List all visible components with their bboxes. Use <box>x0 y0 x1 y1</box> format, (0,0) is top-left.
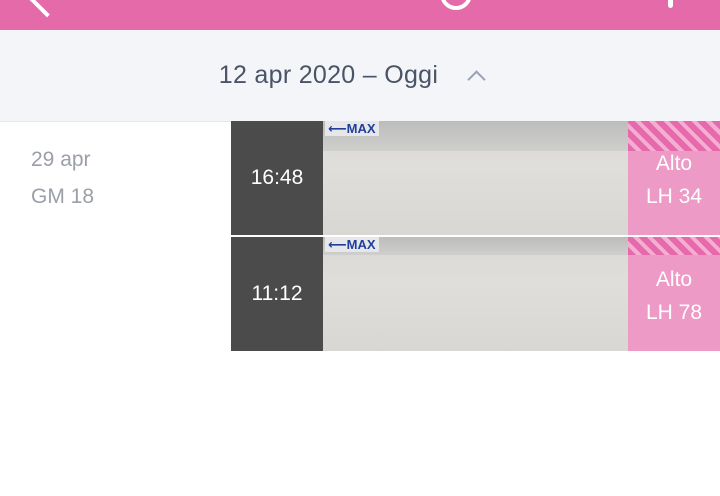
test-result: Alto LH 78 <box>628 237 720 351</box>
back-icon[interactable] <box>28 0 66 18</box>
day-date: 29 apr <box>31 148 91 171</box>
result-text: Alto LH 34 <box>628 147 720 213</box>
result-level: Alto <box>655 268 693 291</box>
result-pattern <box>628 237 720 255</box>
app-header <box>0 0 720 30</box>
test-strip-photo: ⟵MAX <box>323 121 628 235</box>
lh-value: LH 34 <box>645 185 703 208</box>
lh-value: LH 78 <box>645 301 703 324</box>
test-row[interactable]: 11:12 ⟵MAX Alto LH 78 <box>231 237 720 351</box>
result-level: Alto <box>655 152 693 175</box>
settings-icon[interactable] <box>668 0 673 8</box>
test-result: Alto LH 34 <box>628 121 720 235</box>
strip-max-mark: ⟵MAX <box>325 237 379 252</box>
result-text: Alto LH 78 <box>628 263 720 329</box>
date-range-selector[interactable]: 12 apr 2020 – Oggi <box>0 30 720 122</box>
chevron-up-icon[interactable] <box>467 70 486 89</box>
test-strip-photo: ⟵MAX <box>323 237 628 351</box>
circle-icon[interactable] <box>440 0 472 10</box>
test-time: 11:12 <box>231 237 323 351</box>
test-row[interactable]: 16:48 ⟵MAX Alto LH 34 <box>231 121 720 235</box>
cycle-day-label: GM 18 <box>31 185 95 208</box>
strip-max-mark: ⟵MAX <box>325 121 379 136</box>
date-range-label: 12 apr 2020 – Oggi <box>218 61 439 89</box>
test-time: 16:48 <box>231 121 323 235</box>
